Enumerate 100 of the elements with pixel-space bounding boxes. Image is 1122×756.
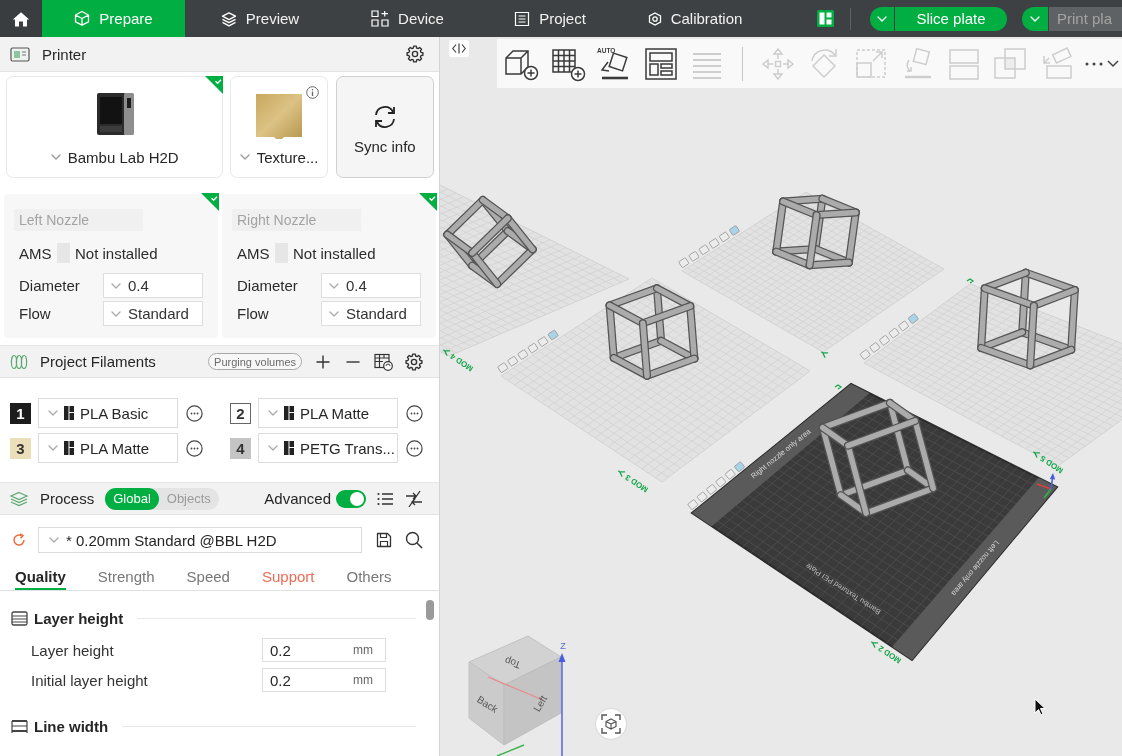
sync-info-button[interactable]: Sync info xyxy=(335,76,434,178)
preset-dropdown[interactable]: * 0.20mm Standard @BBL H2D xyxy=(38,527,362,553)
caret-icon xyxy=(49,537,59,543)
caret-icon xyxy=(239,154,250,160)
field-label: Diameter xyxy=(19,277,81,294)
settings-icon[interactable] xyxy=(405,352,423,371)
nav-tab[interactable]: Device xyxy=(335,0,480,37)
filament-dropdown[interactable]: PLA Basic xyxy=(37,398,178,428)
settings-tab[interactable]: Speed xyxy=(186,564,230,590)
section-title: Project Filaments xyxy=(40,353,156,370)
filament-number-badge[interactable]: 1 xyxy=(10,402,31,424)
plate-tool-icon[interactable] xyxy=(687,498,699,511)
edit-icon[interactable] xyxy=(1032,451,1041,458)
more-options-icon[interactable] xyxy=(406,439,423,457)
reset-icon[interactable] xyxy=(12,533,26,547)
print-options-button[interactable] xyxy=(1022,6,1048,31)
settings-tab[interactable]: Others xyxy=(346,564,392,590)
more-options-icon[interactable] xyxy=(406,404,423,422)
caret-icon xyxy=(267,445,278,451)
filament-dropdown[interactable]: PLA Matte xyxy=(257,398,398,428)
axis-label: Z xyxy=(560,641,566,652)
info-icon[interactable] xyxy=(305,86,319,99)
plate-tool-icon[interactable] xyxy=(705,483,718,496)
collapse-panel-button[interactable] xyxy=(449,40,469,57)
y-axis-line xyxy=(496,744,525,756)
nut-icon xyxy=(647,11,662,26)
edit-icon[interactable] xyxy=(617,470,626,477)
nav-tab[interactable]: Project xyxy=(480,0,620,37)
plus-icon[interactable] xyxy=(316,354,330,369)
fit-view-button[interactable] xyxy=(596,709,626,739)
plate-tool-icon[interactable] xyxy=(715,476,727,488)
cube-frame-model[interactable] xyxy=(818,398,938,518)
view-cube[interactable] xyxy=(468,635,562,746)
settings-icon[interactable] xyxy=(406,45,424,63)
setting-field[interactable]: 0.2 mm xyxy=(262,638,386,662)
caret-icon xyxy=(267,410,278,416)
collapse-icon xyxy=(452,43,466,54)
settings-tab[interactable]: Quality xyxy=(15,564,66,590)
filament-number-badge[interactable]: 4 xyxy=(230,437,251,459)
origin-axes-icon xyxy=(1036,473,1056,499)
filament-number-badge[interactable]: 2 xyxy=(230,402,251,424)
printer-card[interactable]: Bambu Lab H2D xyxy=(6,76,224,178)
cube-focus-icon xyxy=(601,714,621,734)
cube-frame-model[interactable] xyxy=(977,268,1079,370)
settings-tab[interactable]: Strength xyxy=(97,564,155,590)
plate-type-select[interactable]: Texture... xyxy=(239,147,319,167)
caret-icon xyxy=(329,310,339,317)
advanced-toggle[interactable] xyxy=(336,489,366,508)
more-options-icon[interactable] xyxy=(186,439,203,457)
plate-tool-icon[interactable] xyxy=(696,491,708,503)
home-icon xyxy=(12,10,30,27)
edit-icon[interactable] xyxy=(820,351,829,358)
layer-stack-icon xyxy=(11,610,28,626)
ams-status: Not installed xyxy=(75,244,158,262)
caret-icon xyxy=(1107,60,1119,67)
purging-volumes-button[interactable]: Purging volumes xyxy=(208,353,302,370)
setting-label: Initial layer height xyxy=(31,671,149,689)
compare-icon[interactable] xyxy=(405,489,423,508)
filament-dropdown[interactable]: PETG Trans... xyxy=(257,433,398,463)
more-options-icon[interactable] xyxy=(186,404,203,422)
flow-dropdown[interactable]: Standard xyxy=(321,301,421,326)
diameter-dropdown[interactable]: 0.4 xyxy=(321,273,421,298)
table-sync-icon[interactable] xyxy=(374,352,393,371)
view-cube-label: Back xyxy=(475,693,500,715)
cube-frame-model[interactable] xyxy=(605,284,699,380)
printer-model-select[interactable]: Bambu Lab H2D xyxy=(50,147,179,167)
nav-tab[interactable]: Calibration xyxy=(620,0,770,37)
field-label: AMS xyxy=(19,244,53,262)
layers-icon xyxy=(220,10,237,27)
group-title: Layer height xyxy=(34,609,124,627)
home-button[interactable] xyxy=(0,0,42,37)
move-arrows-icon xyxy=(759,45,796,82)
cube-frame-model[interactable] xyxy=(443,196,537,288)
diameter-dropdown[interactable]: 0.4 xyxy=(103,273,203,298)
save-icon[interactable] xyxy=(376,532,392,548)
slice-options-button[interactable] xyxy=(870,6,894,31)
plate-card[interactable]: Texture... xyxy=(230,76,328,178)
filament-icon xyxy=(283,406,294,420)
scrollbar-thumb[interactable] xyxy=(426,600,434,620)
list-icon[interactable] xyxy=(377,491,393,506)
squares-icon xyxy=(371,10,390,27)
panel-layout-icon[interactable] xyxy=(817,10,834,27)
plate-tool-icon[interactable] xyxy=(724,468,736,480)
caret-icon xyxy=(47,410,58,416)
view-cube-label: Top xyxy=(503,654,523,671)
setting-field[interactable]: 0.2 mm xyxy=(262,668,386,692)
document-icon xyxy=(514,10,531,27)
filament-number-badge[interactable]: 3 xyxy=(10,437,31,459)
filament-icon xyxy=(63,441,74,455)
flow-dropdown[interactable]: Standard xyxy=(103,301,203,326)
search-icon[interactable] xyxy=(405,531,423,549)
edit-icon[interactable] xyxy=(442,349,451,356)
cube-frame-model[interactable] xyxy=(772,194,860,270)
nav-tab[interactable]: Preview xyxy=(185,0,335,37)
filament-dropdown[interactable]: PLA Matte xyxy=(37,433,178,463)
plate-tool-icon[interactable] xyxy=(733,461,746,473)
field-label: Flow xyxy=(19,305,52,322)
field-label: AMS xyxy=(237,244,271,262)
edit-icon[interactable] xyxy=(870,641,879,648)
mouse-cursor-icon xyxy=(1034,698,1046,716)
